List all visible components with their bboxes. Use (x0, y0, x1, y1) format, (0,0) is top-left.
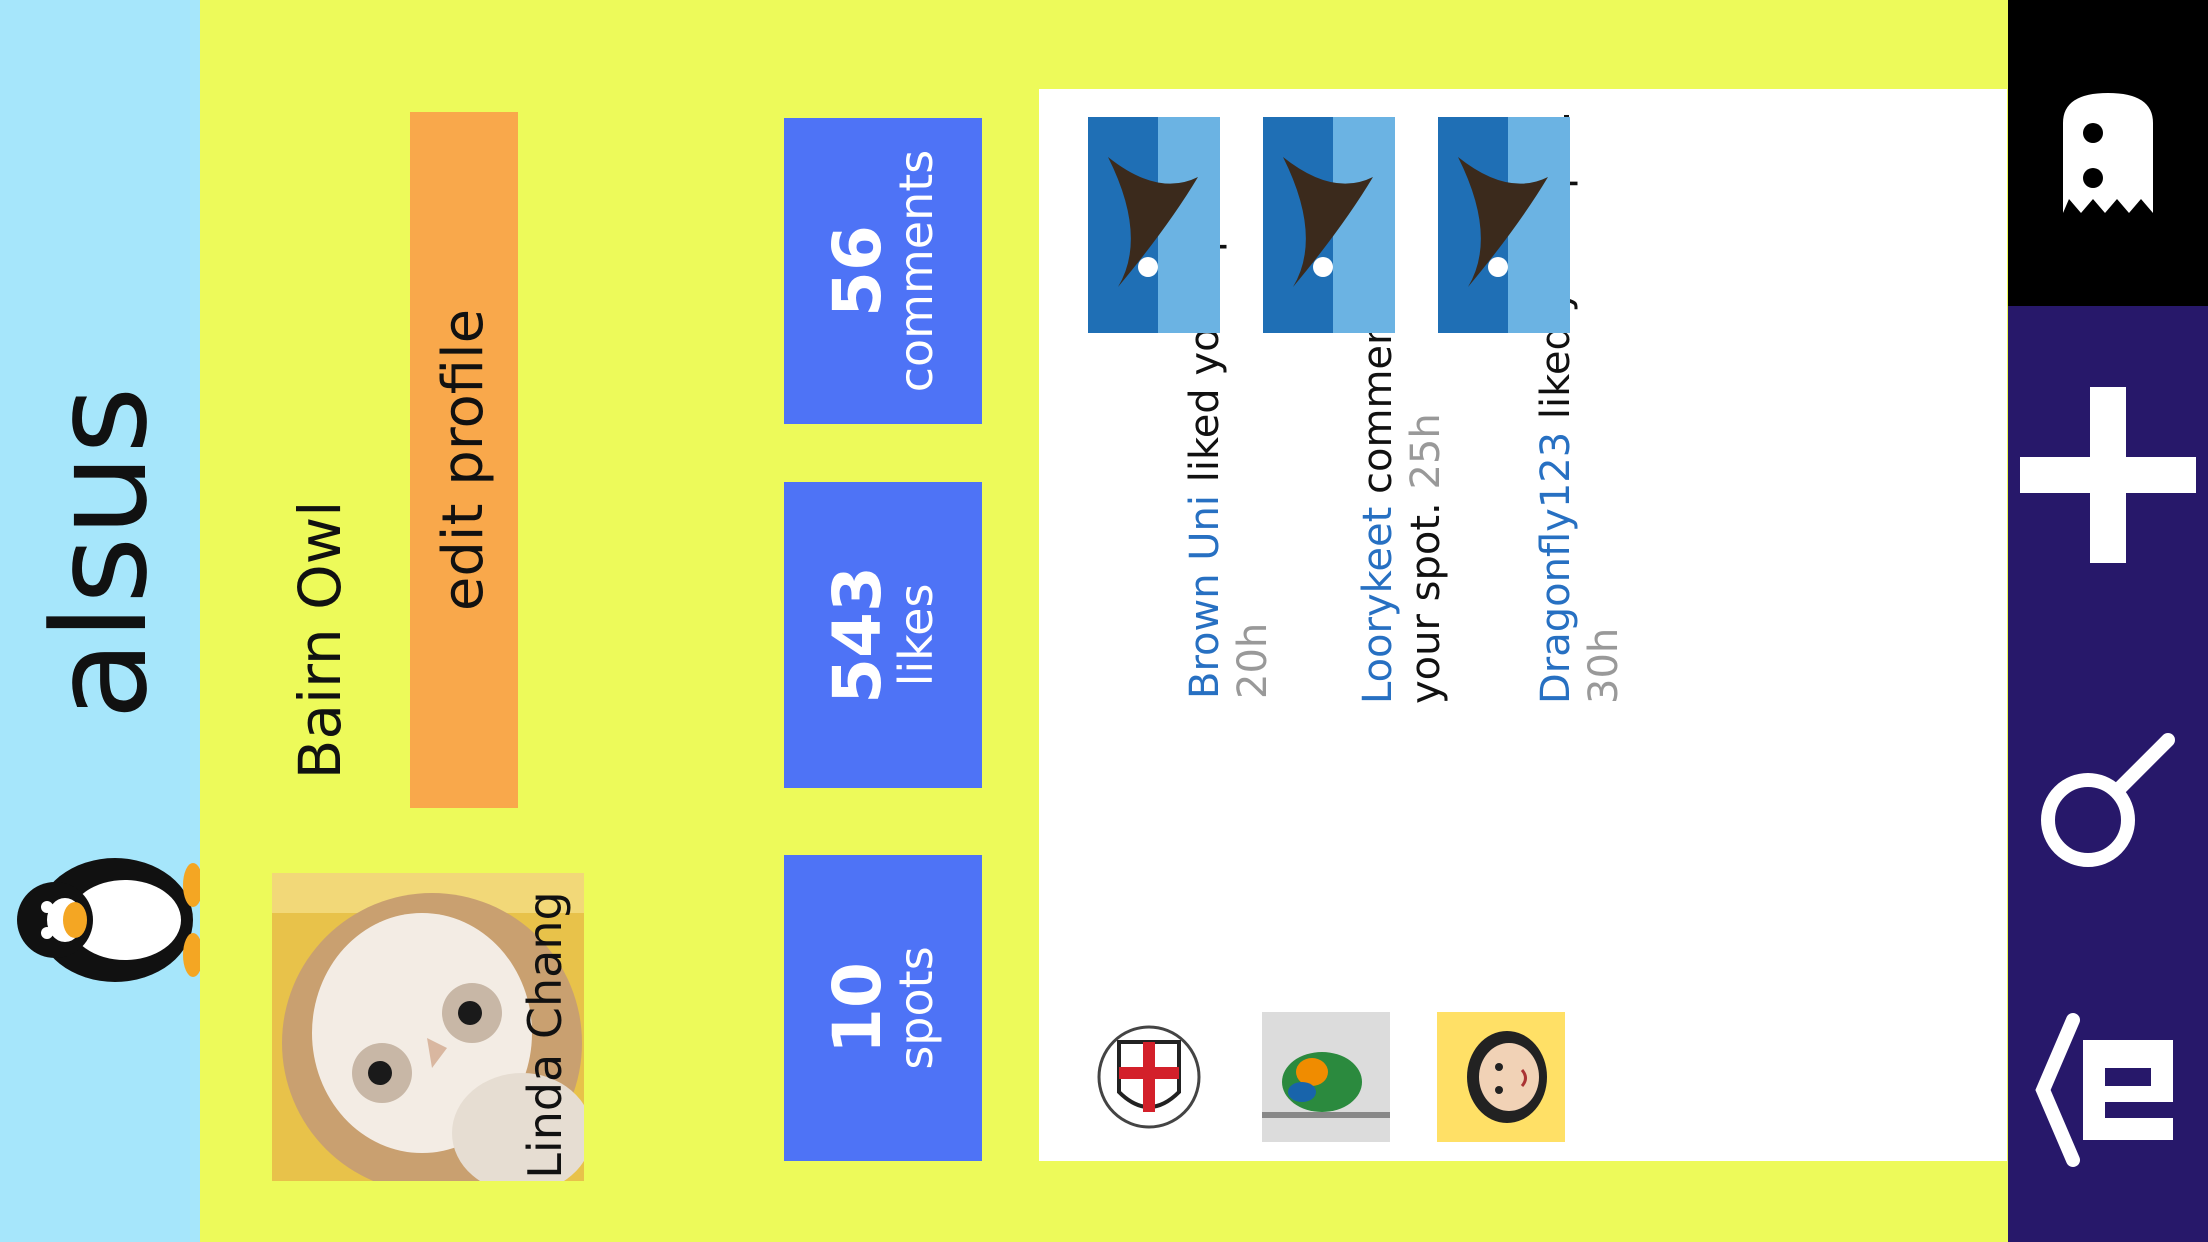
stat-likes[interactable]: 543 likes (784, 482, 982, 788)
lorikeet-avatar[interactable] (1262, 1012, 1390, 1142)
stat-comments-value: 56 (818, 225, 896, 317)
notification-user-link[interactable]: Brown Uni (1182, 495, 1228, 699)
edit-profile-button[interactable]: edit profile (410, 112, 518, 808)
home-icon (2035, 1013, 2173, 1167)
stat-likes-value: 543 (818, 566, 896, 704)
bottom-nav (2008, 0, 2208, 1242)
crest-avatar[interactable] (1085, 1012, 1213, 1142)
person-avatar[interactable] (1437, 1012, 1565, 1142)
notification-time: 25h (1403, 413, 1449, 490)
nav-add[interactable] (2008, 330, 2208, 620)
notification-time: 30h (1581, 627, 1627, 704)
ghost-icon (2063, 93, 2153, 213)
search-icon (2041, 733, 2175, 867)
penguin-icon (10, 820, 203, 1020)
activity-feed: Brown Uni liked your spot. 20h Loorykeet… (1039, 89, 2007, 1161)
stat-likes-label: likes (888, 583, 943, 687)
nav-search[interactable] (2008, 690, 2208, 910)
notification-time: 20h (1230, 622, 1276, 699)
notification-user-link[interactable]: Dragonfly123 (1533, 432, 1579, 704)
eagle-photo[interactable] (1438, 117, 1570, 333)
profile-name: Linda Chang (518, 891, 572, 1179)
notification-user-link[interactable]: Loorykeet (1355, 507, 1401, 704)
stat-comments-label: comments (888, 149, 943, 393)
app-logo-text: alsus (24, 386, 176, 720)
stat-comments[interactable]: 56 comments (784, 118, 982, 424)
nav-profile[interactable] (2008, 0, 2208, 306)
stat-spots-label: spots (888, 946, 943, 1070)
stat-spots[interactable]: 10 spots (784, 855, 982, 1161)
eagle-photo[interactable] (1088, 117, 1220, 333)
stat-spots-value: 10 (818, 962, 896, 1054)
profile-username: Bairn Owl (286, 500, 354, 780)
app-header: alsus (0, 0, 203, 1242)
plus-icon (2020, 387, 2196, 563)
edit-profile-label: edit profile (431, 308, 496, 612)
nav-home[interactable] (2008, 1000, 2208, 1180)
eagle-photo[interactable] (1263, 117, 1395, 333)
